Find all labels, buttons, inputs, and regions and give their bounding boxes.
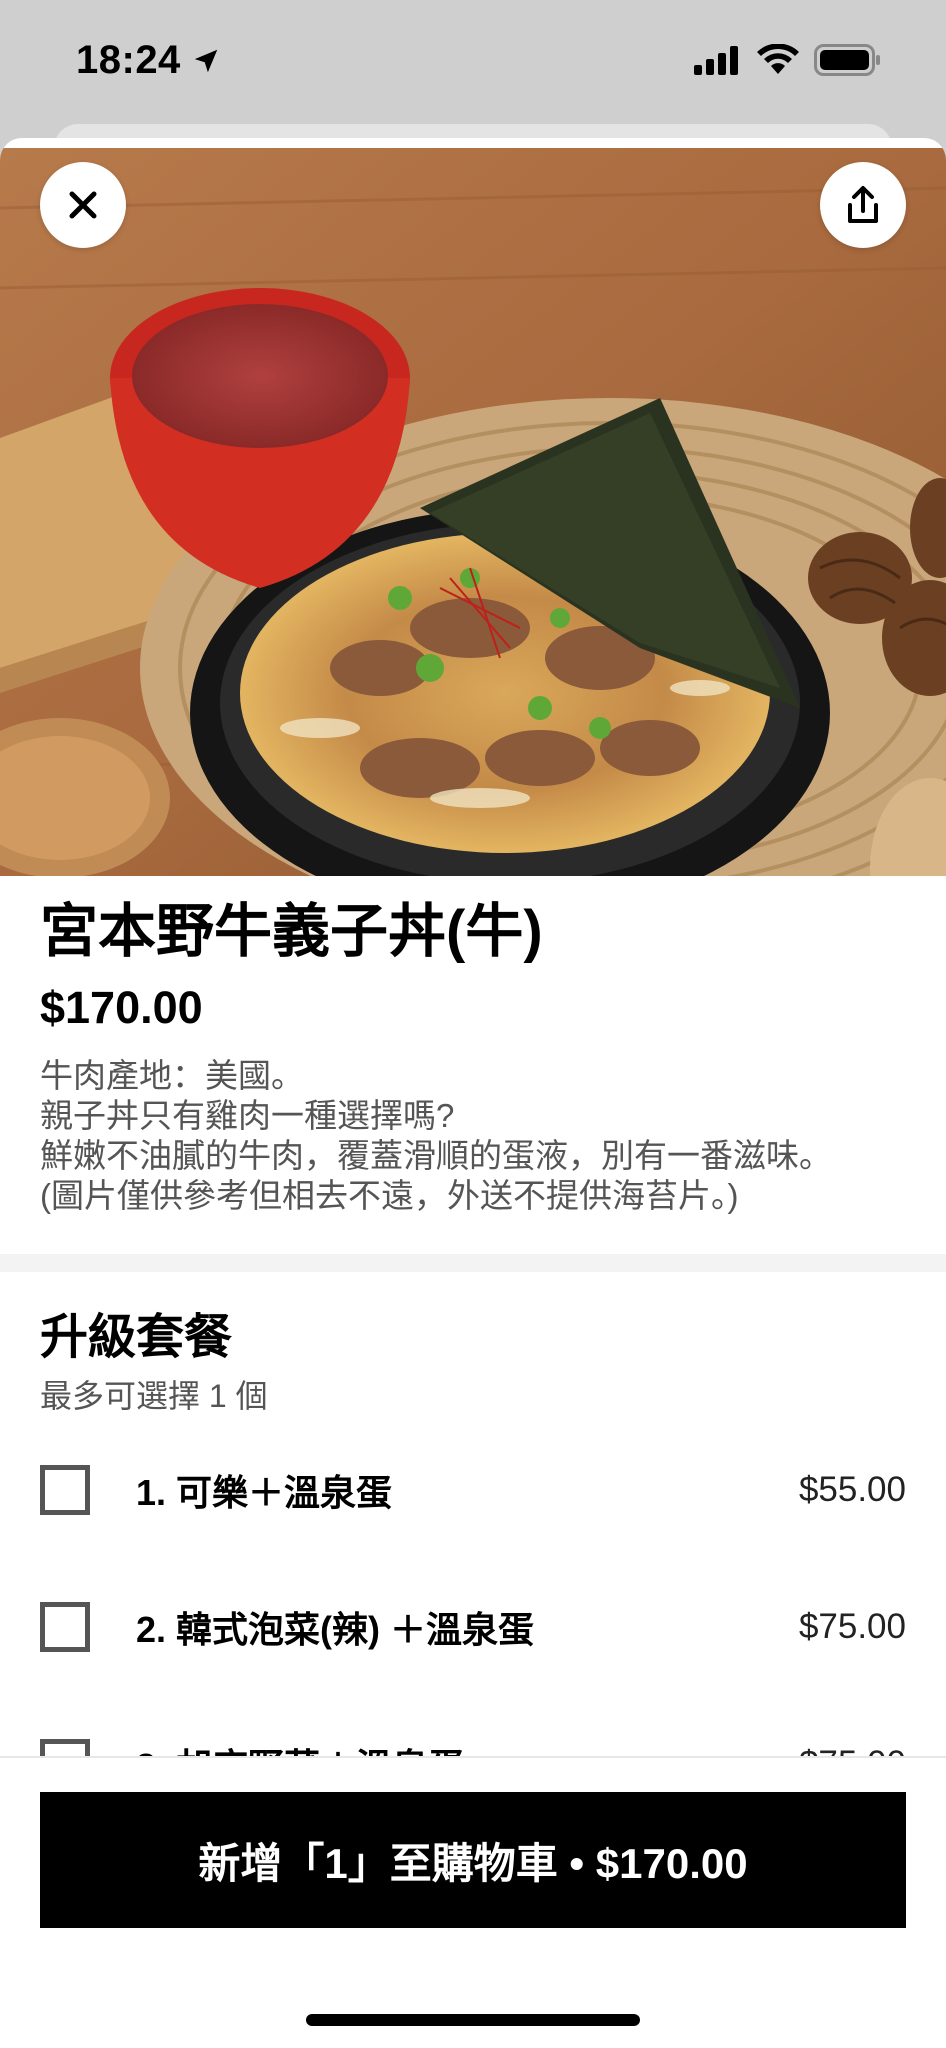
close-icon — [69, 191, 97, 219]
item-title: 宮本野牛義子丼(牛) — [40, 899, 543, 964]
description-line: (圖片僅供參考但相去不遠，外送不提供海苔片。) — [40, 1177, 739, 1214]
signal-icon — [694, 46, 738, 75]
option-row[interactable]: 1. 可樂＋溫泉蛋 $55.00 — [40, 1450, 906, 1530]
add-to-cart-button[interactable]: 新增「1」至購物車 • $170.00 — [40, 1792, 906, 1928]
description-line: 親子丼只有雞肉一種選擇嗎? — [40, 1097, 455, 1134]
bottom-action-bar: 新增「1」至購物車 • $170.00 — [0, 1756, 946, 2048]
option-price: $55.00 — [798, 1470, 906, 1509]
section-subtitle: 最多可選擇 1 個 — [40, 1378, 268, 1414]
option-label: 2. 韓式泡菜(辣) ＋溫泉蛋 — [136, 1609, 535, 1650]
option-checkbox[interactable] — [40, 1465, 90, 1515]
share-icon — [848, 186, 878, 223]
section-title: 升級套餐 — [40, 1311, 233, 1364]
item-description: 牛肉產地：美國。 親子丼只有雞肉一種選擇嗎? 鮮嫩不油膩的牛肉，覆蓋滑順的蛋液，… — [40, 1056, 906, 1216]
option-price: $75.00 — [798, 1607, 906, 1646]
wifi-icon — [757, 44, 799, 74]
share-button[interactable] — [820, 162, 906, 248]
item-price: $170.00 — [40, 982, 203, 1033]
close-button[interactable] — [40, 162, 126, 248]
home-indicator[interactable] — [306, 2014, 640, 2026]
option-checkbox[interactable] — [40, 1602, 90, 1652]
status-time: 18:24 — [76, 38, 181, 82]
battery-icon — [814, 44, 880, 76]
location-arrow-icon — [194, 49, 218, 72]
description-line: 牛肉產地：美國。 — [40, 1057, 304, 1094]
item-info: 宮本野牛義子丼(牛) $170.00 牛肉產地：美國。 親子丼只有雞肉一種選擇嗎… — [40, 894, 906, 1216]
status-bar: 18:24 — [0, 0, 946, 130]
option-row[interactable]: 2. 韓式泡菜(辣) ＋溫泉蛋 $75.00 — [40, 1587, 906, 1667]
status-time-group: 18:24 — [76, 38, 221, 83]
option-label: 1. 可樂＋溫泉蛋 — [136, 1472, 393, 1513]
upgrade-section-header: 升級套餐 最多可選擇 1 個 — [40, 1308, 906, 1416]
description-line: 鮮嫩不油膩的牛肉，覆蓋滑順的蛋液，別有一番滋味。 — [40, 1137, 832, 1174]
section-divider — [0, 1254, 946, 1272]
item-photo — [0, 148, 946, 876]
